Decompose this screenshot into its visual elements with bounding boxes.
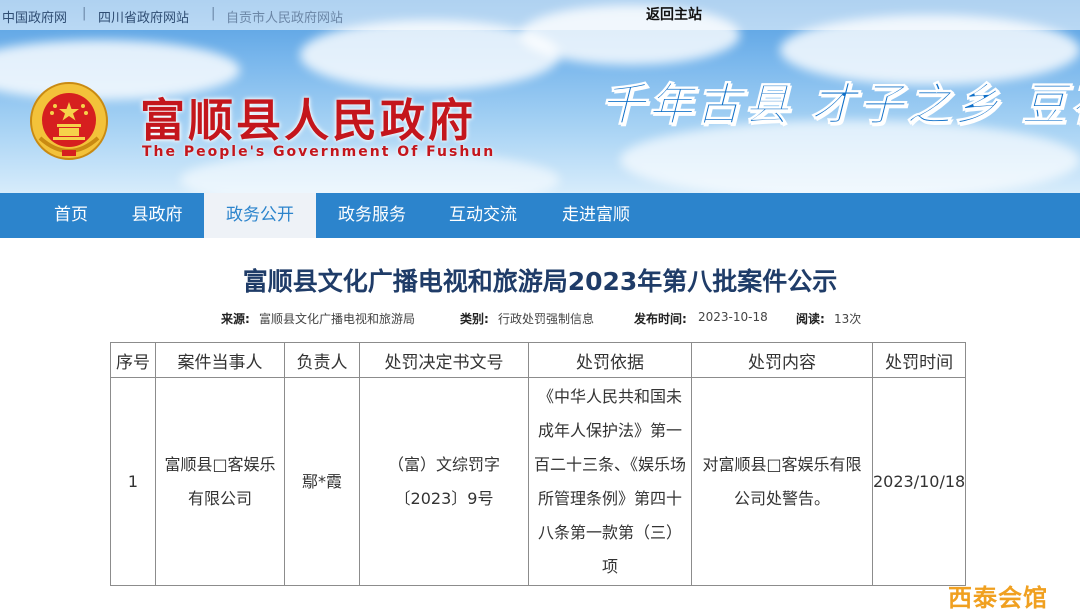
cell-doc-no: （富）文综罚字〔2023〕9号 xyxy=(359,377,529,586)
party-text: 富顺县□客娱乐有限公司 xyxy=(164,454,276,508)
case-table: 序号 案件当事人 负责人 处罚决定书文号 处罚依据 处罚内容 处罚时间 1 富顺… xyxy=(110,342,967,586)
nav-item-government-services[interactable]: 政务服务 xyxy=(318,193,426,238)
cell-person: 鄢*霞 xyxy=(284,377,360,586)
article-title: 富顺县文化广播电视和旅游局2023年第八批案件公示 xyxy=(242,267,838,296)
category-value: 行政处罚强制信息 xyxy=(498,312,595,326)
nav-item-about-fushun[interactable]: 走进富顺 xyxy=(540,193,652,238)
header-person: 负责人 xyxy=(284,342,360,378)
slogan: 千年古县 才子之乡 豆花 xyxy=(599,78,1080,132)
source-label: 来源: xyxy=(221,312,250,326)
views-value: 13次 xyxy=(834,312,862,326)
cell-index: 1 xyxy=(110,377,156,586)
header-basis: 处罚依据 xyxy=(528,342,692,378)
cell-party: 富顺县□客娱乐有限公司 xyxy=(155,377,285,586)
header-date: 处罚时间 xyxy=(871,342,967,378)
header-party: 案件当事人 xyxy=(155,342,285,378)
link-china-gov[interactable]: 中国政府网 xyxy=(2,7,67,26)
category-label: 类别: xyxy=(460,312,489,326)
divider: | xyxy=(211,6,216,21)
top-links-bar: 中国政府网 | 四川省政府网站 | 自贡市人民政府网站 返回主站 xyxy=(0,0,1080,30)
table-row: 1 富顺县□客娱乐有限公司 鄢*霞 （富）文综罚字〔2023〕9号 《中华人民共… xyxy=(110,377,967,586)
national-emblem-icon xyxy=(30,82,108,160)
link-sichuan-gov[interactable]: 四川省政府网站 xyxy=(98,7,189,26)
nav-item-county-government[interactable]: 县政府 xyxy=(112,193,202,238)
nav-item-interaction[interactable]: 互动交流 xyxy=(428,193,538,238)
header-content: 处罚内容 xyxy=(691,342,873,378)
publish-date-label: 发布时间: xyxy=(634,312,687,326)
cell-date: 2023/10/18 xyxy=(871,377,967,586)
cell-basis: 《中华人民共和国未成年人保护法》第一百二十三条、《娱乐场所管理条例》第四十八条第… xyxy=(528,377,692,586)
publish-date-value: 2023-10-18 xyxy=(698,310,768,324)
main-nav: 首页 县政府 政务公开 政务服务 互动交流 走进富顺 xyxy=(0,193,1080,238)
source-value: 富顺县文化广播电视和旅游局 xyxy=(259,312,416,326)
divider: | xyxy=(82,6,87,21)
header-doc-no: 处罚决定书文号 xyxy=(359,342,529,378)
site-banner: 中国政府网 | 四川省政府网站 | 自贡市人民政府网站 返回主站 富顺县人民政府… xyxy=(0,0,1080,193)
nav-item-government-affairs[interactable]: 政务公开 xyxy=(204,193,316,238)
cell-content: 对富顺县□客娱乐有限公司处警告。 xyxy=(691,377,873,586)
link-zigong-gov[interactable]: 自贡市人民政府网站 xyxy=(226,7,343,26)
doc-no-text: （富）文综罚字〔2023〕9号 xyxy=(387,454,500,508)
return-home-link[interactable]: 返回主站 xyxy=(646,4,702,24)
content-text: 对富顺县□客娱乐有限公司处警告。 xyxy=(702,454,862,508)
views-label: 阅读: xyxy=(796,312,825,326)
nav-item-home[interactable]: 首页 xyxy=(30,193,112,238)
site-subtitle: The People's Government Of Fushun xyxy=(142,144,496,160)
table-header-row: 序号 案件当事人 负责人 处罚决定书文号 处罚依据 处罚内容 处罚时间 xyxy=(110,342,967,378)
basis-text: 《中华人民共和国未成年人保护法》第一百二十三条、《娱乐场所管理条例》第四十八条第… xyxy=(533,386,686,576)
site-title: 富顺县人民政府 xyxy=(140,94,477,147)
watermark-logo: 西泰会馆 xyxy=(948,584,1048,612)
header-index: 序号 xyxy=(110,342,156,378)
